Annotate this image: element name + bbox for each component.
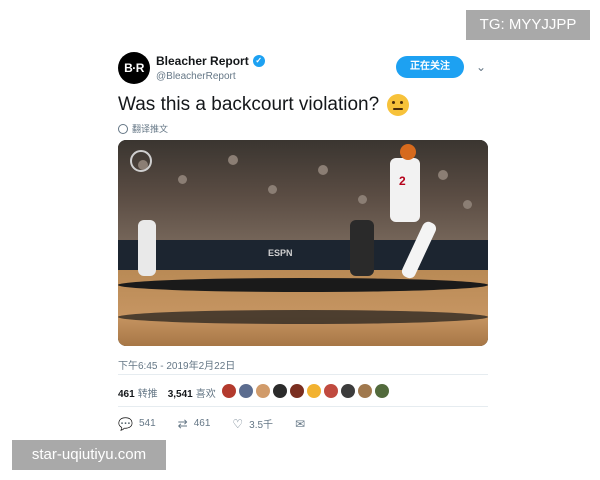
basketball-icon xyxy=(400,144,416,160)
author-handle[interactable]: @BleacherReport xyxy=(156,71,236,82)
globe-icon xyxy=(118,123,128,134)
divider xyxy=(118,406,488,407)
engagement-stats: 461 转推 3,541 喜欢 xyxy=(118,385,216,400)
player-figure xyxy=(138,220,156,276)
court-floor xyxy=(118,270,488,346)
ad-board: ESPN xyxy=(118,240,488,270)
avatar[interactable]: B·R xyxy=(118,52,150,84)
tweet-actions: 💬 541 ⇄ 461 ♡ 3.5千 ✉ xyxy=(118,416,327,432)
thinking-face-emoji xyxy=(387,94,410,116)
liker-avatar[interactable] xyxy=(358,384,372,398)
player-figure xyxy=(350,220,374,276)
author-name[interactable]: Bleacher Report ✓ xyxy=(156,54,265,68)
retweet-count: 461 xyxy=(193,418,211,429)
liker-avatar[interactable] xyxy=(341,384,355,398)
likes-stat[interactable]: 3,541 喜欢 xyxy=(168,385,216,400)
watermark-bottom-left: star-uqiutiyu.com xyxy=(12,440,166,470)
retweet-button[interactable]: ⇄ 461 xyxy=(178,418,211,430)
reply-button[interactable]: 💬 541 xyxy=(118,418,156,430)
translate-label: 翻译推文 xyxy=(132,124,169,134)
liker-avatar[interactable] xyxy=(324,384,338,398)
divider xyxy=(118,374,488,375)
liker-avatar[interactable] xyxy=(256,384,270,398)
player-figure: 2 xyxy=(390,158,420,222)
liker-avatar[interactable] xyxy=(307,384,321,398)
reply-icon: 💬 xyxy=(118,416,133,431)
likes-count: 3,541 xyxy=(167,389,193,400)
chevron-down-icon[interactable]: ⌄ xyxy=(476,60,486,74)
nba-logo-icon xyxy=(130,150,152,172)
liker-avatar[interactable] xyxy=(273,384,287,398)
liker-avatar[interactable] xyxy=(290,384,304,398)
likes-label: 喜欢 xyxy=(195,389,216,400)
ad-board-label: ESPN xyxy=(268,248,293,258)
liker-avatars xyxy=(222,384,389,398)
retweets-label: 转推 xyxy=(137,389,158,400)
like-count: 3.5千 xyxy=(249,420,274,431)
translate-link[interactable]: 翻译推文 xyxy=(118,122,168,135)
following-button[interactable]: 正在关注 xyxy=(396,56,464,78)
jersey-number: 2 xyxy=(399,174,406,188)
timestamp[interactable]: 下午6:45 - 2019年2月22日 xyxy=(118,357,235,372)
heart-icon: ♡ xyxy=(232,416,244,431)
tweet-text: Was this a backcourt violation? xyxy=(118,94,410,116)
author-name-label: Bleacher Report xyxy=(156,54,249,68)
video-thumbnail[interactable]: ESPN 2 xyxy=(118,140,488,346)
message-button[interactable]: ✉ xyxy=(295,418,305,430)
reply-count: 541 xyxy=(138,418,156,429)
verified-check-icon: ✓ xyxy=(252,55,265,67)
liker-avatar[interactable] xyxy=(239,384,253,398)
message-icon: ✉ xyxy=(295,416,306,431)
like-button[interactable]: ♡ 3.5千 xyxy=(232,416,274,432)
tweet-text-label: Was this a backcourt violation? xyxy=(118,94,380,115)
retweets-stat[interactable]: 461 转推 xyxy=(118,385,158,400)
liker-avatar[interactable] xyxy=(222,384,236,398)
watermark-top-right: TG: MYYJJPP xyxy=(466,10,590,40)
retweets-count: 461 xyxy=(118,389,135,400)
retweet-icon: ⇄ xyxy=(177,416,188,431)
liker-avatar[interactable] xyxy=(375,384,389,398)
